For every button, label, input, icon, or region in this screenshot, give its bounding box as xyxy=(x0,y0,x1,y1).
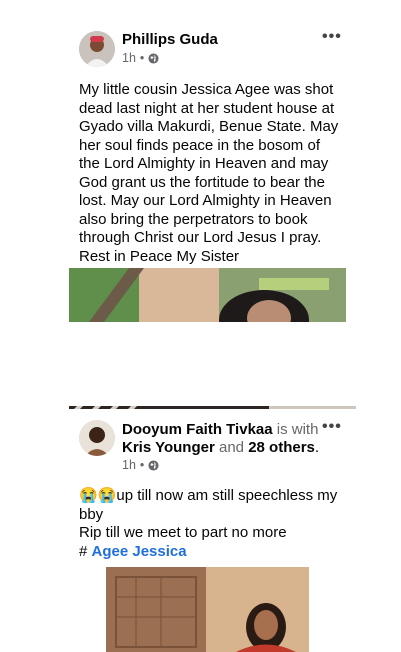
separator-dot: • xyxy=(139,458,145,472)
separator-dot: • xyxy=(139,51,145,65)
photo-strip xyxy=(106,567,309,652)
avatar[interactable] xyxy=(79,31,115,67)
author-name[interactable]: Dooyum Faith Tivkaa xyxy=(122,421,273,438)
post-1: Phillips Guda 1h • ••• My little cousin … xyxy=(0,0,401,410)
photo-top-strip xyxy=(69,268,346,322)
more-options-button[interactable]: ••• xyxy=(322,418,342,436)
more-options-button[interactable]: ••• xyxy=(322,28,342,46)
post-text: 😭😭up till now am still speechless my bby… xyxy=(79,487,349,561)
post-line-1: up till now am still speechless my bby xyxy=(79,487,338,523)
post-image[interactable] xyxy=(69,268,346,322)
and-text: and xyxy=(218,439,245,456)
timestamp[interactable]: 1h xyxy=(122,51,136,65)
with-text: is with xyxy=(276,421,319,438)
others-link[interactable]: 28 others xyxy=(248,439,315,456)
photo-bottom-strip xyxy=(69,406,356,409)
post-text: My little cousin Jessica Agee was shot d… xyxy=(79,81,339,265)
globe-icon xyxy=(148,459,159,471)
author-name[interactable]: Phillips Guda xyxy=(122,31,218,49)
timestamp[interactable]: 1h xyxy=(122,458,136,472)
post-header: Dooyum Faith Tivkaa is with Kris Younger… xyxy=(122,421,342,457)
period: . xyxy=(314,439,320,456)
hash-prefix: # xyxy=(79,542,88,560)
post-line-2: Rip till we meet to part no more xyxy=(79,524,287,541)
post-2: Dooyum Faith Tivkaa is with Kris Younger… xyxy=(0,410,401,652)
hashtag-link[interactable]: Agee Jessica xyxy=(92,543,187,560)
post-meta: 1h • xyxy=(122,51,159,65)
post-meta: 1h • xyxy=(122,458,159,472)
post-image-bottom xyxy=(69,401,356,409)
globe-icon xyxy=(148,52,159,64)
post-image[interactable] xyxy=(106,567,309,652)
profile-photo xyxy=(79,420,115,456)
avatar[interactable] xyxy=(79,420,115,456)
crying-emoji: 😭😭 xyxy=(79,487,117,504)
profile-photo xyxy=(79,31,115,67)
tagged-user[interactable]: Kris Younger xyxy=(122,439,215,456)
